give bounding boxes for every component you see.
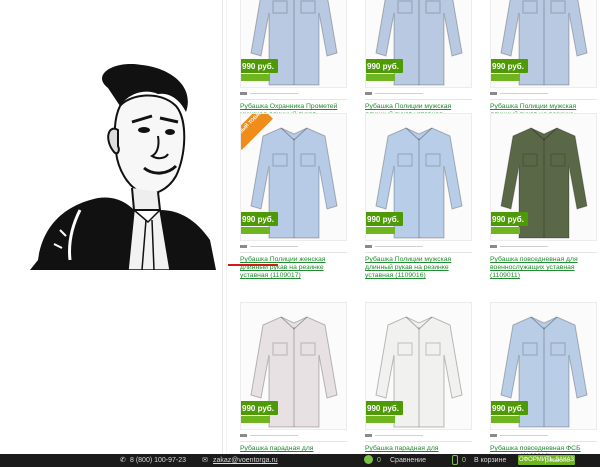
product-meta-strip <box>365 432 472 438</box>
price-tag: 990 руб. <box>491 59 528 73</box>
mail-icon: ✉ <box>202 457 208 464</box>
product-card[interactable]: 990 руб.Рубашка повседневная ФСБ уставна… <box>490 302 597 461</box>
product-image[interactable]: 990 руб. <box>365 0 472 88</box>
price-tag: 990 руб. <box>491 401 528 415</box>
price-note <box>241 416 270 423</box>
product-card[interactable]: 990 руб. Рубашка Полиции мужская длинный … <box>365 113 472 280</box>
rating-icon <box>240 433 247 437</box>
compare-link[interactable]: Сравнение <box>390 456 426 465</box>
price-tag: 990 руб. <box>241 401 278 415</box>
meta-line <box>500 245 548 247</box>
product-title-link[interactable]: Рубашка Полиции мужская длинный рукав на… <box>365 252 472 280</box>
cart-count: 0 <box>462 457 466 464</box>
product-title-link[interactable]: Рубашка повседневная для военнослужащих … <box>490 252 597 280</box>
product-image[interactable]: НОВЫЙ ТОВАР 990 руб. <box>240 113 347 241</box>
product-meta-strip <box>240 90 347 96</box>
meta-line <box>375 92 423 94</box>
rating-icon <box>490 91 497 95</box>
meta-line <box>250 434 298 436</box>
price-tag: 990 руб. <box>241 59 278 73</box>
rating-icon <box>365 433 372 437</box>
rating-icon <box>240 91 247 95</box>
meta-line <box>375 245 423 247</box>
price-note <box>241 227 270 234</box>
rating-icon <box>365 91 372 95</box>
cart-icon[interactable] <box>452 455 458 465</box>
price-tag: 990 руб. <box>491 212 528 226</box>
product-card[interactable]: 990 руб.Рубашка Охранника Прометей мужск… <box>240 0 347 127</box>
product-card[interactable]: 990 руб.Рубашка Полиции мужская длинный … <box>365 0 472 127</box>
product-meta-strip <box>490 243 597 249</box>
rating-icon <box>365 244 372 248</box>
price-note <box>366 416 395 423</box>
price-tag: 990 руб. <box>366 59 403 73</box>
meta-line <box>500 434 548 436</box>
meta-line <box>250 92 298 94</box>
product-card[interactable]: 990 руб.Рубашка Полиции мужская длинный … <box>490 0 597 127</box>
product-card[interactable]: 990 руб. Рубашка повседневная для военнос… <box>490 113 597 280</box>
content-divider-inner <box>226 0 227 467</box>
meme-face-illustration <box>30 63 216 270</box>
rating-icon <box>490 433 497 437</box>
bottom-toolbar: ✆ 8 (800) 100-97-23 ✉ zakaz@voentorga.ru… <box>0 454 600 467</box>
compare-icon[interactable] <box>364 455 373 464</box>
product-image[interactable]: 990 руб. <box>365 302 472 430</box>
product-meta-strip <box>365 243 472 249</box>
product-card[interactable]: 990 руб.Рубашка парадная для военнослужа… <box>240 302 347 467</box>
rating-icon <box>240 244 247 248</box>
product-image[interactable]: 990 руб. <box>490 0 597 88</box>
meta-line <box>375 434 423 436</box>
price-note <box>241 74 270 81</box>
product-card[interactable]: НОВЫЙ ТОВАР 990 руб. Рубашка Полиции женск… <box>240 113 347 280</box>
phone-number: 8 (800) 100-97-23 <box>130 457 187 464</box>
product-title-link[interactable]: Рубашка Полиции женская длинный рукав на… <box>240 252 347 280</box>
product-image[interactable]: 990 руб. <box>240 302 347 430</box>
content-divider <box>222 0 223 467</box>
meta-line <box>250 245 298 247</box>
product-image[interactable]: 990 руб. <box>490 113 597 241</box>
price-note <box>366 227 395 234</box>
cart-link[interactable]: В корзине <box>474 456 506 465</box>
rating-icon <box>490 244 497 248</box>
price-tag: 990 руб. <box>241 212 278 226</box>
email-link[interactable]: zakaz@voentorga.ru <box>213 456 278 465</box>
product-meta-strip <box>240 432 347 438</box>
price-tag: 990 руб. <box>366 212 403 226</box>
watermark-text: pikabu.ru <box>545 458 570 464</box>
product-meta-strip <box>490 90 597 96</box>
price-note <box>491 74 520 81</box>
product-meta-strip <box>240 243 347 249</box>
red-underline-annotation <box>228 264 278 266</box>
price-note <box>366 74 395 81</box>
product-card[interactable]: 990 руб.Рубашка парадная для военнослужа… <box>365 302 472 461</box>
meta-line <box>500 92 548 94</box>
phone-icon: ✆ <box>120 457 126 464</box>
product-meta-strip <box>490 432 597 438</box>
product-image[interactable]: 990 руб. <box>365 113 472 241</box>
product-image[interactable]: 990 руб. <box>490 302 597 430</box>
product-meta-strip <box>365 90 472 96</box>
price-note <box>491 416 520 423</box>
price-note <box>491 227 520 234</box>
price-tag: 990 руб. <box>366 401 403 415</box>
product-image[interactable]: 990 руб. <box>240 0 347 88</box>
compare-count: 0 <box>377 457 381 464</box>
